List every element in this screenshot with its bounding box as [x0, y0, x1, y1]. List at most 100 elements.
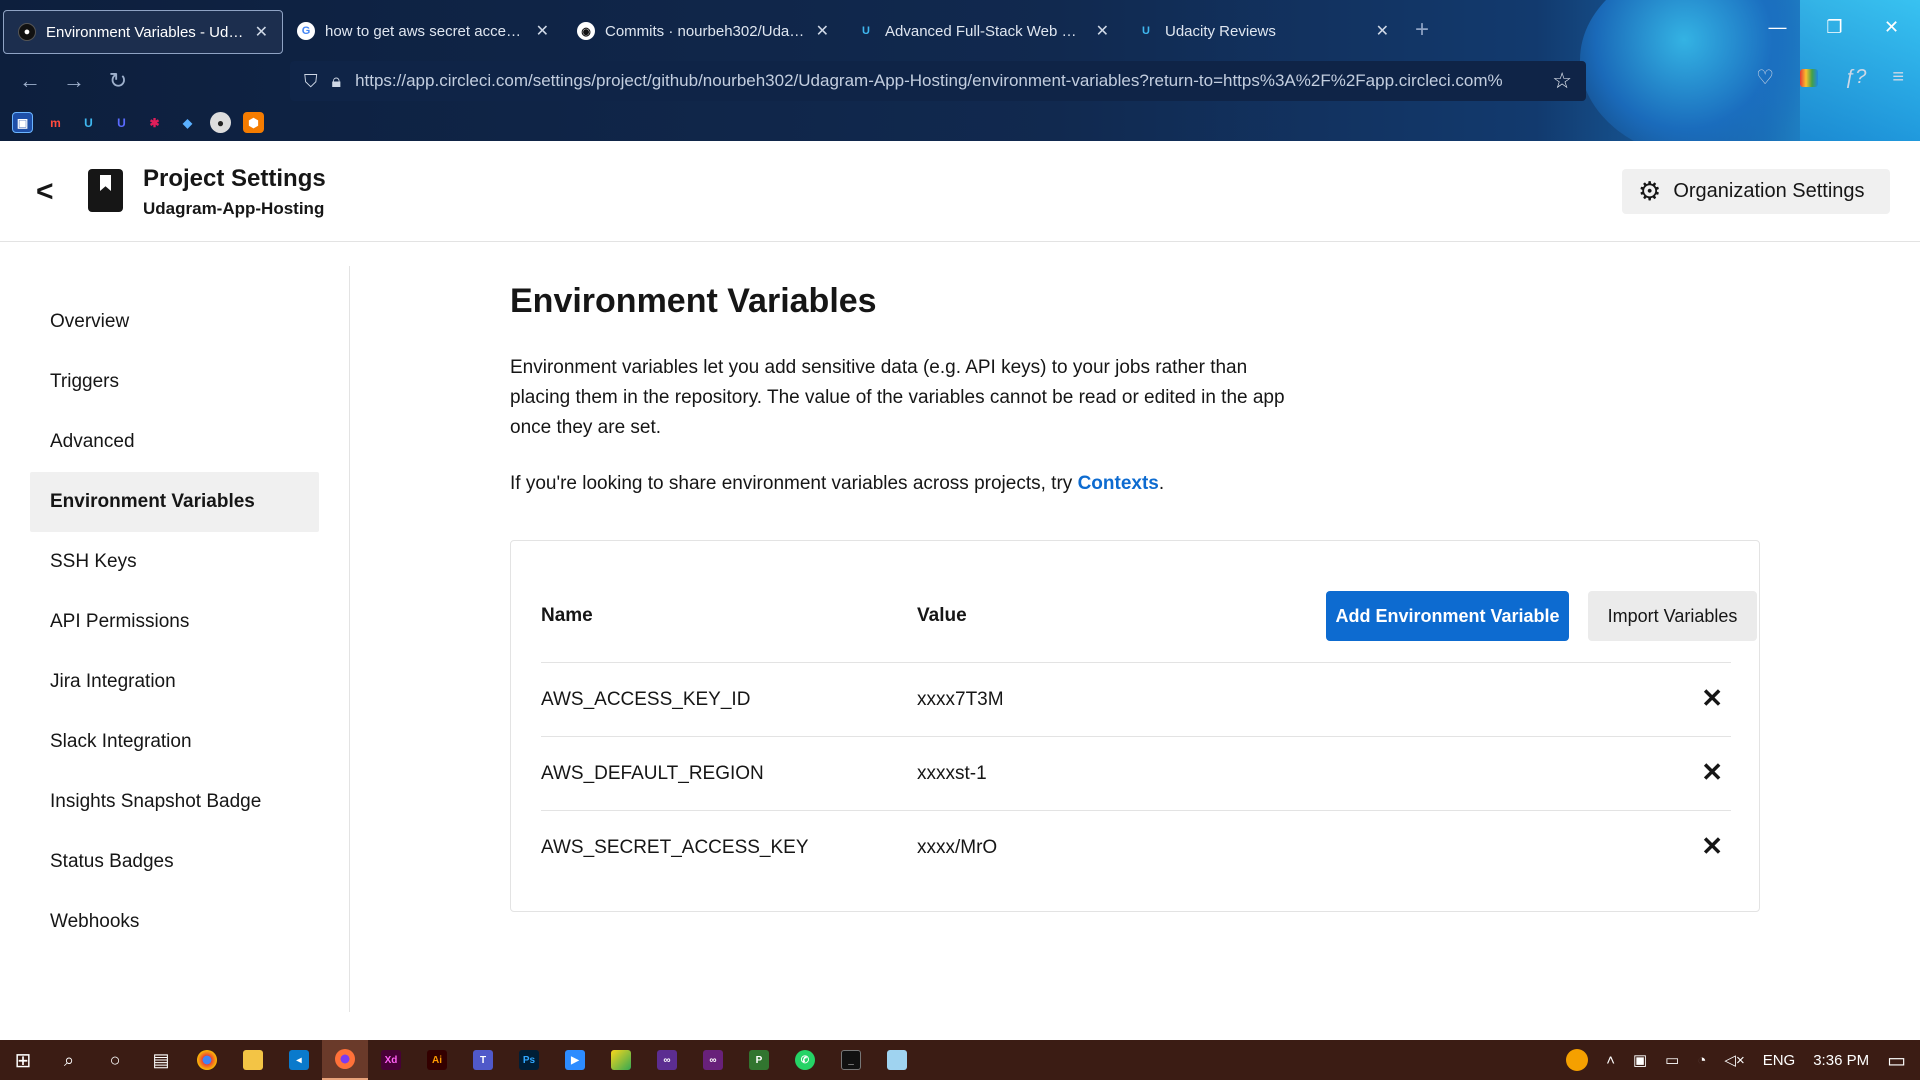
sidebar-item-api-permissions[interactable]: API Permissions [30, 592, 319, 652]
teams-icon[interactable]: T [460, 1040, 506, 1080]
bookmark-github-icon[interactable]: ● [210, 112, 231, 133]
project-bookmark-icon [88, 169, 123, 212]
extension-icon[interactable] [1800, 68, 1819, 87]
sidebar-item-insights-snapshot-badge[interactable]: Insights Snapshot Badge [30, 772, 319, 832]
circleci-icon: ● [18, 23, 36, 41]
back-arrow-icon[interactable]: ← [8, 68, 52, 94]
sidebar-item-webhooks[interactable]: Webhooks [30, 892, 319, 952]
project-icon[interactable]: P [736, 1040, 782, 1080]
env-table-body: AWS_ACCESS_KEY_ID xxxx7T3M ✕ AWS_DEFAULT… [541, 662, 1731, 884]
window-controls: — ❐ ✕ [1749, 0, 1920, 54]
tab-title: Environment Variables - Udagra [46, 23, 245, 41]
variable-value: xxxx7T3M [917, 689, 1004, 710]
minimize-icon[interactable]: — [1749, 17, 1806, 38]
tab-environment-variables[interactable]: ● Environment Variables - Udagra ✕ [3, 10, 283, 54]
bookmark-udacity-alt-icon[interactable]: U [111, 112, 132, 133]
volume-muted-icon[interactable]: ◁× [1724, 1051, 1744, 1069]
section-description: Environment variables let you add sensit… [510, 357, 1285, 438]
sidebar-item-overview[interactable]: Overview [30, 292, 319, 352]
env-variables-card: Name Value Add Environment Variable Impo… [510, 540, 1760, 912]
url-text[interactable]: https://app.circleci.com/settings/projec… [355, 71, 1538, 91]
page-title: Project Settings [143, 165, 326, 192]
bookmark-app-icon[interactable]: ▣ [12, 112, 33, 133]
illustrator-icon[interactable]: Ai [414, 1040, 460, 1080]
close-window-icon[interactable]: ✕ [1863, 17, 1920, 38]
toolbar-extensions: ♡ ƒ? ≡ [1756, 65, 1904, 90]
tab-github-commits[interactable]: ◉ Commits · nourbeh302/Udagran ✕ [563, 8, 843, 54]
clock[interactable]: 3:36 PM [1813, 1052, 1869, 1069]
sidebar-item-advanced[interactable]: Advanced [30, 412, 319, 472]
bookmark-star-icon[interactable]: ☆ [1552, 68, 1572, 94]
windows-start-icon[interactable]: ⊞ [0, 1040, 46, 1080]
delete-variable-icon[interactable]: ✕ [1701, 757, 1723, 788]
visual-studio-alt-icon[interactable]: ∞ [690, 1040, 736, 1080]
project-header: < Project Settings Udagram-App-Hosting ⚙… [0, 141, 1920, 242]
new-tab-icon[interactable]: + [1415, 16, 1429, 44]
address-bar[interactable]: ⛉ 🔒︎ https://app.circleci.com/settings/p… [290, 61, 1586, 101]
sidebar-item-environment-variables[interactable]: Environment Variables [30, 472, 319, 532]
battery-icon[interactable]: ▭ [1665, 1051, 1679, 1069]
tab-udacity-course[interactable]: U Advanced Full-Stack Web Devel ✕ [843, 8, 1123, 54]
shield-icon[interactable]: ⛉ [304, 71, 318, 92]
delete-variable-icon[interactable]: ✕ [1701, 831, 1723, 862]
contexts-link[interactable]: Contexts [1078, 473, 1159, 494]
vscode-icon[interactable]: ◂ [276, 1040, 322, 1080]
pocket-icon[interactable]: ♡ [1756, 65, 1774, 90]
notifications-icon[interactable]: ▭ [1887, 1048, 1906, 1073]
bookmark-m-icon[interactable]: m [45, 112, 66, 133]
whatsapp-icon[interactable]: ✆ [782, 1040, 828, 1080]
close-tab-icon[interactable]: ✕ [1376, 21, 1389, 41]
import-variables-button[interactable]: Import Variables [1588, 591, 1757, 641]
reload-icon[interactable]: ↻ [96, 68, 140, 94]
chevron-up-icon[interactable]: ˄ [1606, 1052, 1615, 1069]
github-icon: ◉ [577, 22, 595, 40]
add-environment-variable-button[interactable]: Add Environment Variable [1326, 591, 1569, 641]
cortana-icon[interactable]: ○ [92, 1040, 138, 1080]
organization-settings-label: Organization Settings [1673, 180, 1865, 202]
close-tab-icon[interactable]: ✕ [816, 21, 829, 41]
language-indicator[interactable]: ENG [1763, 1052, 1796, 1069]
zoom-icon[interactable]: ▶ [552, 1040, 598, 1080]
bookmark-diamond-icon[interactable]: ◆ [177, 112, 198, 133]
sidebar-item-status-badges[interactable]: Status Badges [30, 832, 319, 892]
menu-icon[interactable]: ≡ [1892, 66, 1904, 89]
lock-icon[interactable]: 🔒︎ [332, 71, 342, 92]
firefox-icon[interactable] [322, 1040, 368, 1080]
back-chevron-icon[interactable]: < [36, 175, 54, 209]
terminal-icon[interactable]: _ [828, 1040, 874, 1080]
udacity-icon: U [1142, 25, 1150, 37]
visual-studio-icon[interactable]: ∞ [644, 1040, 690, 1080]
forward-arrow-icon[interactable]: → [52, 68, 96, 94]
udacity-icon: U [862, 25, 870, 37]
bookmark-slack-icon[interactable]: ✱ [144, 112, 165, 133]
close-tab-icon[interactable]: ✕ [255, 22, 268, 42]
tab-google-search[interactable]: G how to get aws secret access ke ✕ [283, 8, 563, 54]
close-tab-icon[interactable]: ✕ [1096, 21, 1109, 41]
variable-value: xxxxst-1 [917, 763, 987, 784]
restore-icon[interactable]: ❐ [1806, 17, 1863, 38]
sidebar-item-jira-integration[interactable]: Jira Integration [30, 652, 319, 712]
notes-app-icon[interactable] [874, 1040, 920, 1080]
search-icon[interactable]: ⌕ [46, 1040, 92, 1080]
file-explorer-icon[interactable] [230, 1040, 276, 1080]
chrome-icon[interactable] [184, 1040, 230, 1080]
tab-udacity-reviews[interactable]: U Udacity Reviews ✕ [1123, 8, 1403, 54]
wifi-icon[interactable]: ◔ [1697, 1052, 1706, 1069]
bookmark-box-icon[interactable]: ⬢ [243, 112, 264, 133]
bookmark-udacity-icon[interactable]: U [78, 112, 99, 133]
sticky-app-icon[interactable] [598, 1040, 644, 1080]
organization-settings-button[interactable]: ⚙ Organization Settings [1622, 169, 1890, 214]
photoshop-icon[interactable]: Ps [506, 1040, 552, 1080]
google-icon: G [297, 22, 315, 40]
adobe-xd-icon[interactable]: Xd [368, 1040, 414, 1080]
sidebar-item-triggers[interactable]: Triggers [30, 352, 319, 412]
device-icon[interactable]: ▣ [1633, 1051, 1647, 1069]
weather-icon[interactable] [1566, 1049, 1589, 1071]
close-tab-icon[interactable]: ✕ [536, 21, 549, 41]
sidebar-item-ssh-keys[interactable]: SSH Keys [30, 532, 319, 592]
task-view-icon[interactable]: ▤ [138, 1040, 184, 1080]
formula-extension-icon[interactable]: ƒ? [1844, 66, 1866, 89]
windows-taskbar: ⊞ ⌕ ○ ▤ ◂ Xd Ai T Ps ▶ ∞ ∞ P ✆ _ ˄ ▣ ▭ ◔… [0, 1040, 1920, 1080]
delete-variable-icon[interactable]: ✕ [1701, 683, 1723, 714]
sidebar-item-slack-integration[interactable]: Slack Integration [30, 712, 319, 772]
